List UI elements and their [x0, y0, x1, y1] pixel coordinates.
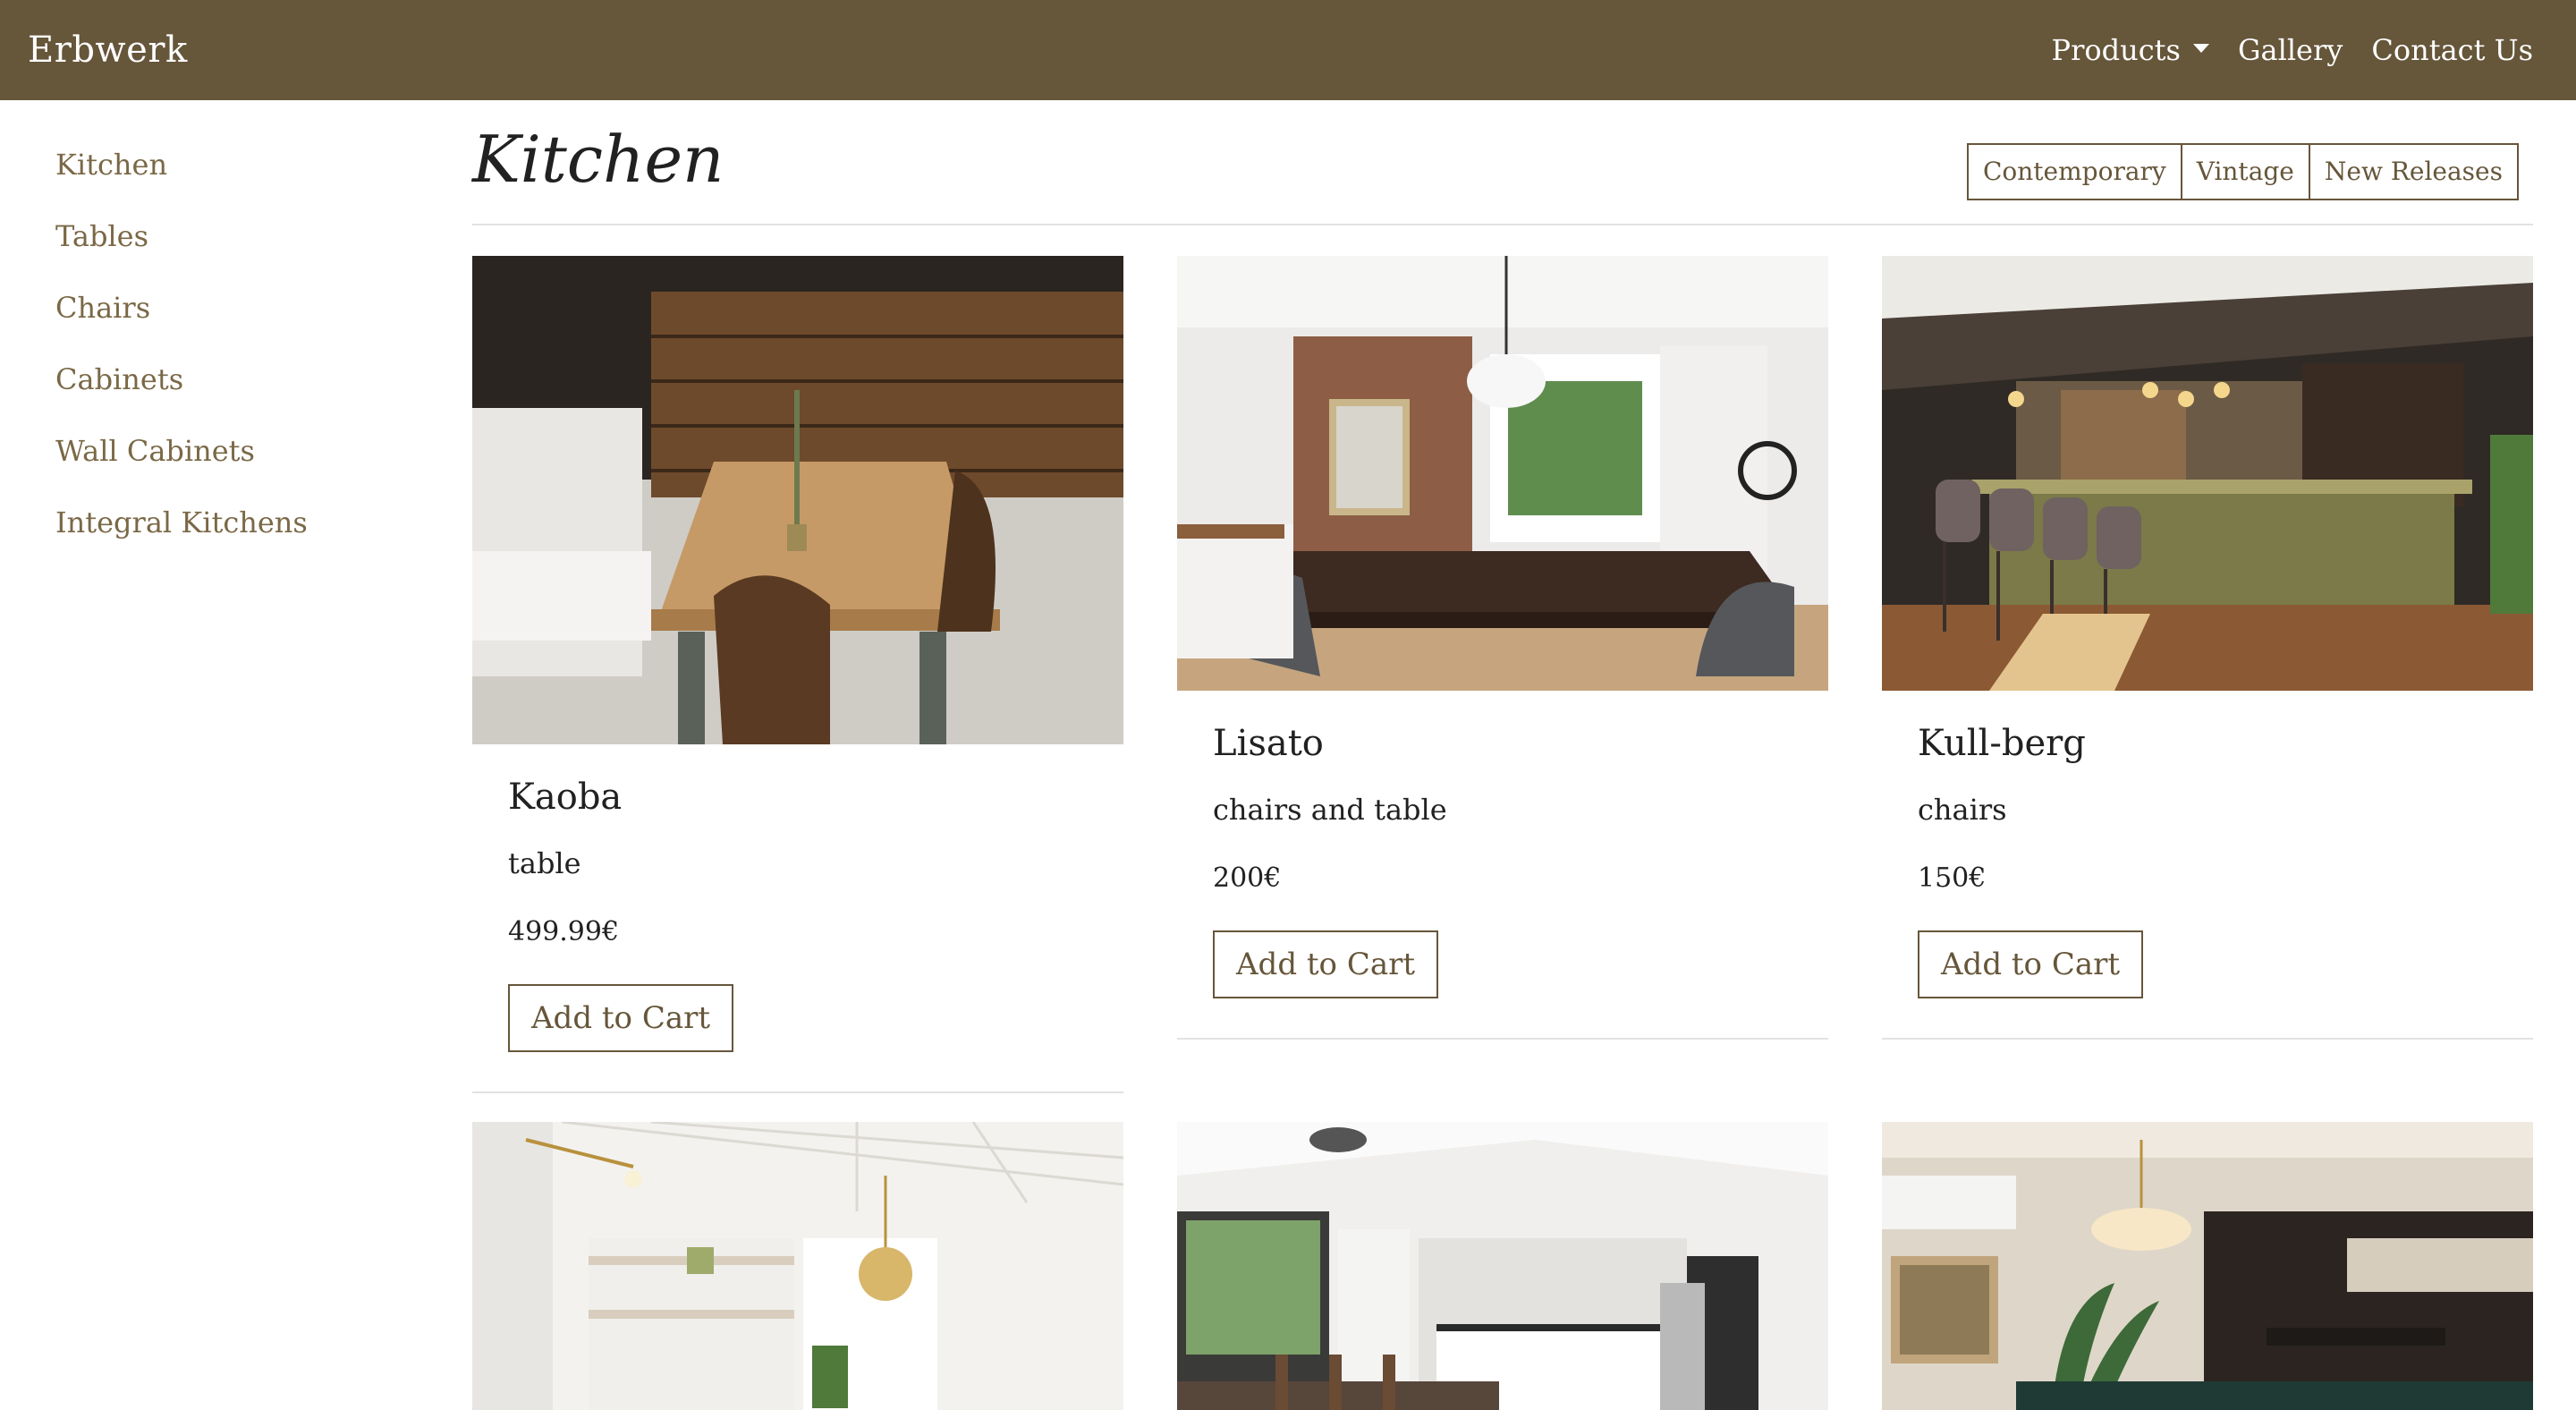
header-divider	[472, 224, 2533, 225]
caret-down-icon	[2192, 44, 2209, 53]
sidebar-item-chairs[interactable]: Chairs	[55, 286, 308, 358]
filter-vintage-button[interactable]: Vintage	[2182, 145, 2310, 199]
product-card: Kaoba table 499.99€ Add to Cart	[472, 256, 1123, 1052]
product-name: Kaoba	[508, 777, 623, 818]
card-divider	[1882, 1038, 2533, 1040]
product-image[interactable]	[472, 1122, 1123, 1410]
card-divider	[1177, 1038, 1828, 1040]
sidebar-item-kitchen[interactable]: Kitchen	[55, 143, 308, 215]
category-sidebar: Kitchen Tables Chairs Cabinets Wall Cabi…	[55, 143, 308, 573]
product-image[interactable]	[1882, 256, 2533, 691]
sidebar-item-wall-cabinets[interactable]: Wall Cabinets	[55, 429, 308, 501]
product-price: 499.99€	[508, 916, 620, 947]
product-image[interactable]	[472, 256, 1123, 744]
product-type: chairs and table	[1213, 793, 1447, 827]
card-divider	[472, 1091, 1123, 1093]
product-card: Lisato chairs and table 200€ Add to Cart	[1177, 256, 1828, 998]
product-card	[472, 1122, 1123, 1410]
add-to-cart-button[interactable]: Add to Cart	[1918, 930, 2144, 998]
sidebar-item-integral-kitchens[interactable]: Integral Kitchens	[55, 501, 308, 573]
product-card	[1177, 1122, 1828, 1410]
sidebar-item-tables[interactable]: Tables	[55, 215, 308, 286]
nav-gallery-link[interactable]: Gallery	[2238, 33, 2343, 67]
nav-products-label: Products	[2051, 33, 2181, 67]
filter-button-group: Contemporary Vintage New Releases	[1966, 143, 2519, 200]
page-title: Kitchen	[472, 122, 724, 197]
brand-logo[interactable]: Erbwerk	[28, 30, 188, 71]
nav-products-dropdown[interactable]: Products	[2052, 33, 2209, 67]
product-image[interactable]	[1177, 1122, 1828, 1410]
product-type: chairs	[1918, 793, 2007, 827]
product-image[interactable]	[1177, 256, 1828, 691]
add-to-cart-button[interactable]: Add to Cart	[508, 984, 734, 1052]
filter-contemporary-button[interactable]: Contemporary	[1968, 145, 2182, 199]
add-to-cart-button[interactable]: Add to Cart	[1213, 930, 1439, 998]
product-type: table	[508, 846, 581, 880]
filter-new-releases-button[interactable]: New Releases	[2309, 145, 2517, 199]
product-card	[1882, 1122, 2533, 1410]
product-price: 200€	[1213, 862, 1282, 894]
product-card: Kull-berg chairs 150€ Add to Cart	[1882, 256, 2533, 998]
sidebar-item-cabinets[interactable]: Cabinets	[55, 358, 308, 429]
product-image[interactable]	[1882, 1122, 2533, 1410]
product-price: 150€	[1918, 862, 1987, 894]
top-navbar: Erbwerk Products Gallery Contact Us	[0, 0, 2576, 100]
product-name: Lisato	[1213, 723, 1324, 764]
nav-links: Products Gallery Contact Us	[2052, 33, 2533, 67]
product-name: Kull-berg	[1918, 723, 2086, 764]
nav-contact-link[interactable]: Contact Us	[2371, 33, 2533, 67]
